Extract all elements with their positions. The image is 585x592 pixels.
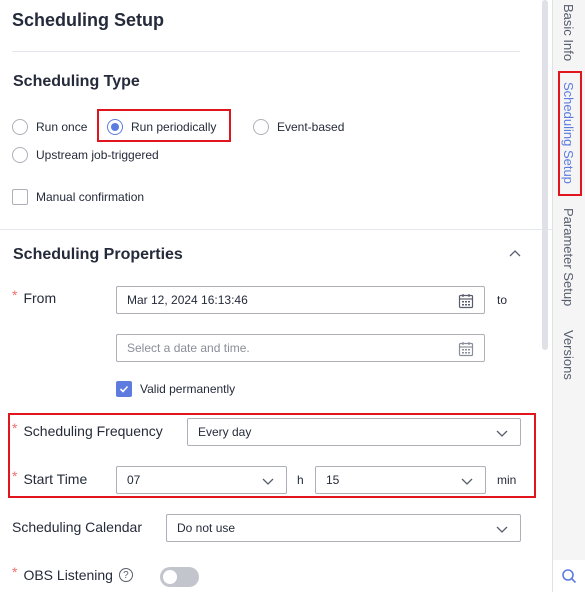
checkbox-label: Manual confirmation: [36, 190, 145, 204]
start-hour-select[interactable]: 07: [116, 466, 287, 494]
minute-unit: min: [497, 473, 517, 487]
chevron-down-icon[interactable]: [260, 473, 276, 489]
scheduling-setup-panel: Scheduling Setup Scheduling Type Run onc…: [0, 0, 552, 592]
from-datetime-input[interactable]: Mar 12, 2024 16:13:46: [116, 286, 485, 314]
start-minute-select[interactable]: 15: [315, 466, 486, 494]
radio-label: Upstream job-triggered: [36, 148, 159, 162]
check-icon: [119, 385, 129, 393]
search-icon: [562, 569, 577, 584]
required-mark: *: [12, 420, 18, 436]
checkbox-label: Valid permanently: [140, 382, 236, 396]
side-tab-bar: Basic Info Scheduling Setup Parameter Se…: [552, 0, 585, 592]
radio-label: Run once: [36, 120, 88, 134]
manual-confirmation-checkbox[interactable]: Manual confirmation: [12, 189, 144, 205]
page-title: Scheduling Setup: [12, 10, 165, 30]
hour-unit: h: [297, 473, 304, 487]
scheduling-properties-title: Scheduling Properties: [13, 246, 183, 263]
scheduling-frequency-select[interactable]: Every day: [187, 418, 521, 446]
section-divider: [0, 229, 552, 230]
chevron-down-icon[interactable]: [459, 473, 475, 489]
search-button[interactable]: [552, 560, 585, 592]
calendar-icon[interactable]: [458, 293, 474, 309]
chevron-up-icon[interactable]: [508, 247, 522, 261]
calendar-icon[interactable]: [458, 341, 474, 357]
radio-circle[interactable]: [12, 147, 28, 163]
checkbox-box[interactable]: [12, 189, 28, 205]
radio-event-based[interactable]: Event-based: [253, 119, 344, 135]
obs-listening-label: * OBS Listening ?: [12, 564, 133, 583]
scheduling-calendar-select[interactable]: Do not use: [166, 514, 521, 542]
to-datetime-input[interactable]: Select a date and time.: [116, 334, 485, 362]
scheduling-type-title: Scheduling Type: [13, 73, 140, 90]
scheduling-calendar-label: Scheduling Calendar: [12, 519, 142, 535]
required-mark: *: [12, 564, 18, 580]
obs-listening-toggle[interactable]: [160, 567, 199, 587]
side-tab-versions[interactable]: Versions: [561, 330, 576, 380]
scrollbar[interactable]: [542, 0, 548, 350]
radio-run-once[interactable]: Run once: [12, 119, 87, 135]
side-tab-basic-info[interactable]: Basic Info: [561, 4, 576, 61]
radio-upstream-job-triggered[interactable]: Upstream job-triggered: [12, 147, 159, 163]
chevron-down-icon[interactable]: [494, 425, 510, 441]
help-icon[interactable]: ?: [118, 568, 133, 582]
from-label: * From: [12, 287, 57, 306]
checkbox-box-checked[interactable]: [116, 381, 132, 397]
start-time-label: * Start Time: [12, 468, 88, 487]
valid-permanently-checkbox[interactable]: Valid permanently: [116, 381, 235, 397]
highlight-run-periodically: [97, 109, 231, 142]
radio-label: Event-based: [277, 120, 345, 134]
radio-circle[interactable]: [253, 119, 269, 135]
side-tab-parameter-setup[interactable]: Parameter Setup: [561, 208, 576, 306]
scheduling-frequency-label: * Scheduling Frequency: [12, 420, 163, 439]
title-divider: [12, 51, 520, 52]
to-label: to: [497, 293, 508, 307]
required-mark: *: [12, 468, 18, 484]
radio-circle[interactable]: [12, 119, 28, 135]
highlight-side-tab: [558, 71, 582, 196]
chevron-down-icon[interactable]: [494, 521, 510, 537]
required-mark: *: [12, 287, 18, 303]
